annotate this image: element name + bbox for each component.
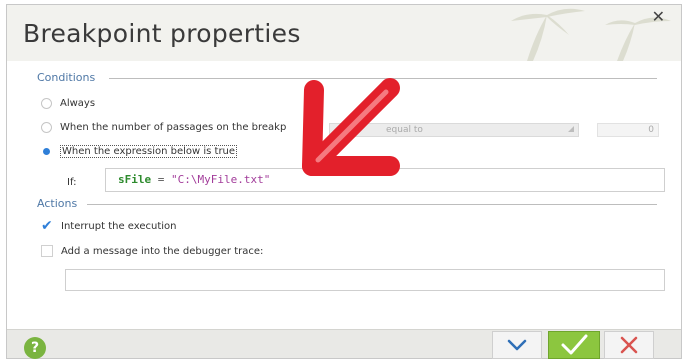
actions-divider	[87, 204, 657, 205]
checkmark-ok-icon	[561, 334, 588, 355]
actions-header: Actions	[37, 197, 78, 210]
action-interrupt[interactable]: ✔ Interrupt the execution	[41, 219, 177, 233]
expression-operator: =	[151, 173, 171, 186]
radio-passages[interactable]	[41, 122, 52, 133]
cancel-button[interactable]	[604, 331, 654, 359]
if-label: If:	[67, 177, 77, 188]
title-bar: Breakpoint properties ✕	[7, 5, 681, 61]
action-interrupt-label: Interrupt the execution	[61, 220, 177, 232]
ok-button[interactable]	[548, 331, 600, 359]
option-always-label: Always	[60, 98, 96, 109]
radio-always[interactable]	[41, 98, 52, 109]
action-trace-message[interactable]: Add a message into the debugger trace:	[41, 245, 263, 257]
option-always[interactable]: Always	[41, 98, 95, 109]
passages-comparison-value: equal to	[386, 125, 423, 135]
checkmark-icon[interactable]: ✔	[41, 219, 53, 233]
dropdown-arrow-icon	[568, 126, 574, 132]
expression-editor[interactable]: sFile = "C:\MyFile.txt"	[105, 168, 665, 192]
passages-comparison-select[interactable]: equal to	[329, 123, 579, 137]
option-passages-label: When the number of passages on the break…	[60, 122, 287, 133]
options-dropdown-button[interactable]	[492, 331, 542, 359]
breakpoint-dialog: Breakpoint properties ✕ Conditions Alway…	[6, 4, 682, 359]
close-x-icon	[620, 336, 638, 354]
option-expression[interactable]: When the expression below is true	[41, 145, 238, 158]
trace-message-checkbox[interactable]	[41, 245, 53, 257]
close-button[interactable]: ✕	[652, 7, 665, 26]
chevron-down-icon	[507, 339, 527, 351]
dialog-title: Breakpoint properties	[23, 19, 301, 48]
action-trace-label: Add a message into the debugger trace:	[61, 245, 264, 257]
conditions-header: Conditions	[37, 71, 96, 84]
option-passages[interactable]: When the number of passages on the break…	[41, 122, 286, 133]
help-button[interactable]: ?	[24, 337, 46, 359]
passages-count-field[interactable]: 0	[597, 123, 659, 137]
radio-expression[interactable]	[41, 146, 52, 157]
expression-string: "C:\MyFile.txt"	[171, 173, 271, 186]
conditions-divider	[109, 78, 657, 79]
option-expression-label: When the expression below is true	[60, 145, 238, 158]
expression-variable: sFile	[118, 173, 152, 186]
trace-message-input[interactable]	[65, 269, 665, 291]
